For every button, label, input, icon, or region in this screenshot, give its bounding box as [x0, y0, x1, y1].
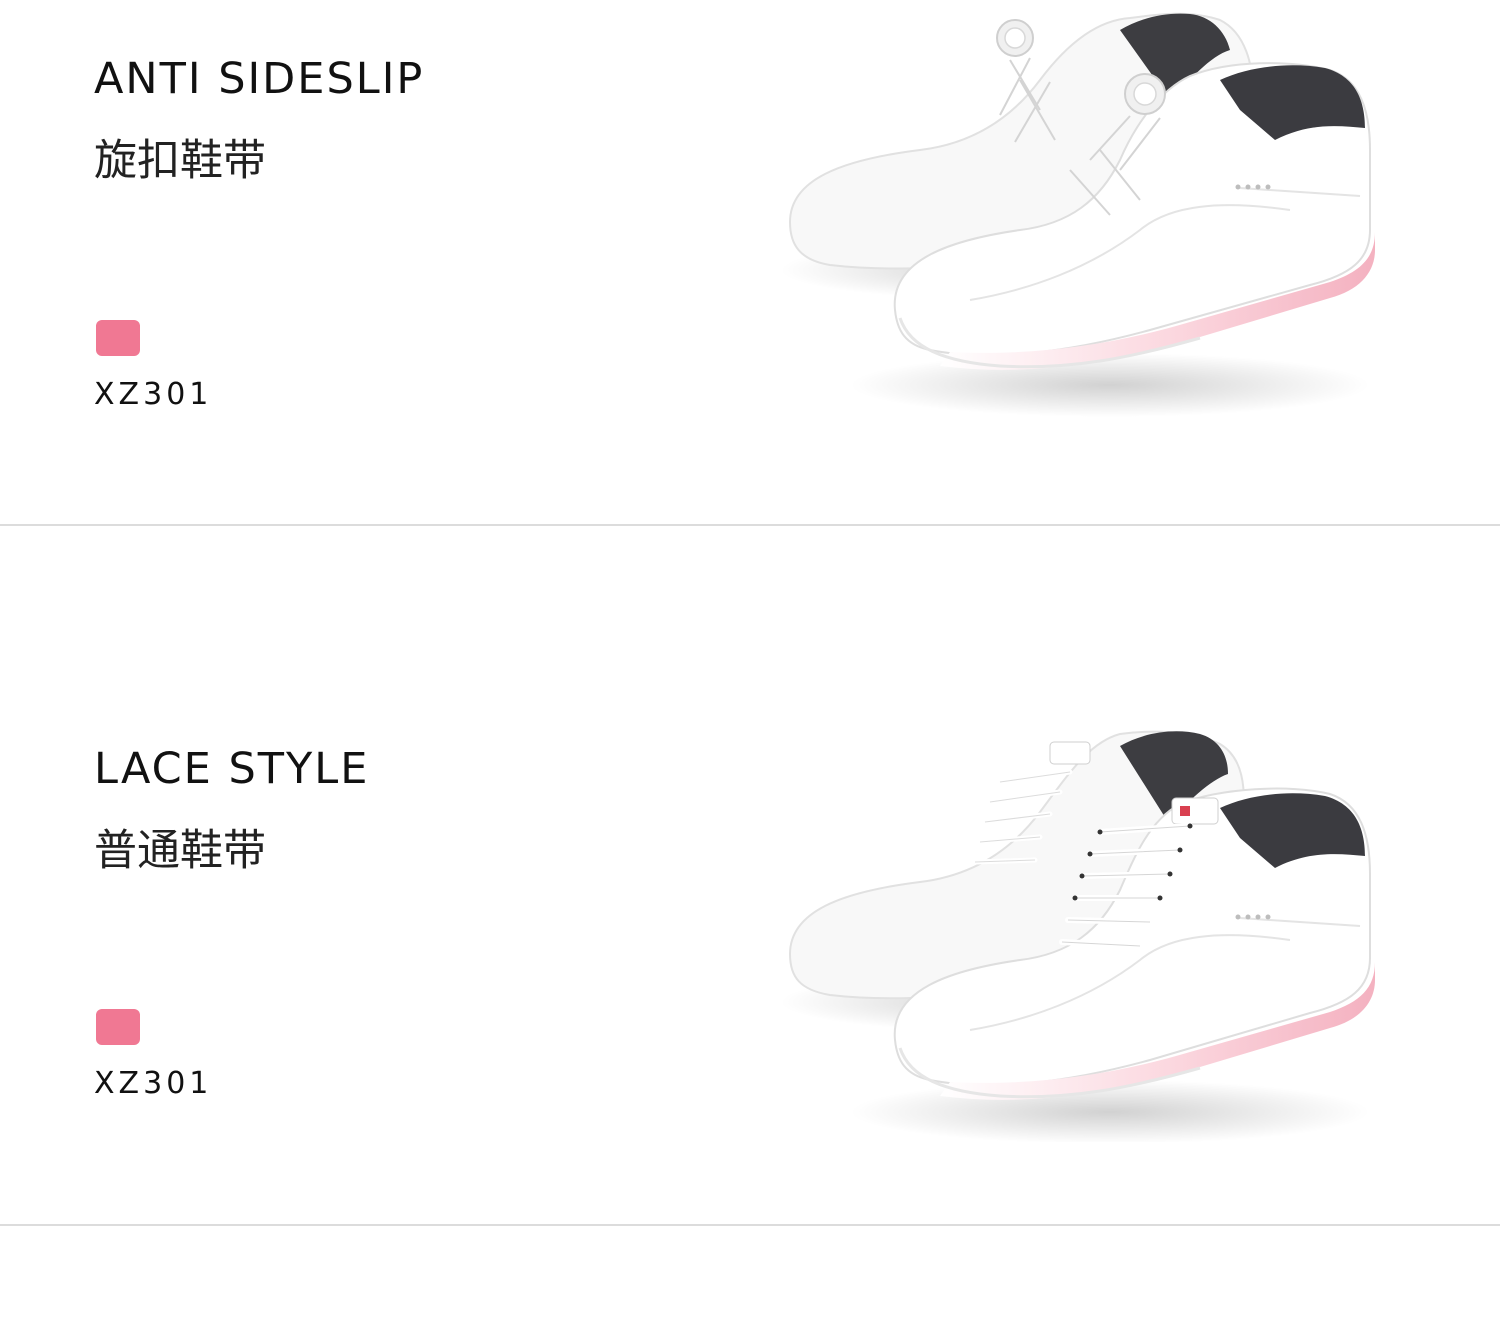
- variant-title-cn: 旋扣鞋带: [94, 136, 266, 186]
- product-variant-boa: ANTI SIDESLIP 旋扣鞋带 XZ301: [0, 0, 1500, 525]
- variant-title-en: ANTI SIDESLIP: [94, 54, 425, 104]
- section-divider: [0, 524, 1500, 526]
- model-code: XZ301: [94, 1066, 213, 1101]
- model-code: XZ301: [94, 377, 213, 412]
- boa-dial-golf-shoes-image: [780, 12, 1375, 417]
- color-swatch[interactable]: [96, 1009, 140, 1045]
- color-swatch[interactable]: [96, 320, 140, 356]
- variant-title-en: LACE STYLE: [94, 744, 370, 794]
- variant-title-cn: 普通鞋带: [94, 826, 266, 876]
- product-variant-lace: LACE STYLE 普通鞋带 XZ301: [0, 527, 1500, 1225]
- lace-up-golf-shoes-image: [780, 730, 1375, 1142]
- section-divider: [0, 1224, 1500, 1226]
